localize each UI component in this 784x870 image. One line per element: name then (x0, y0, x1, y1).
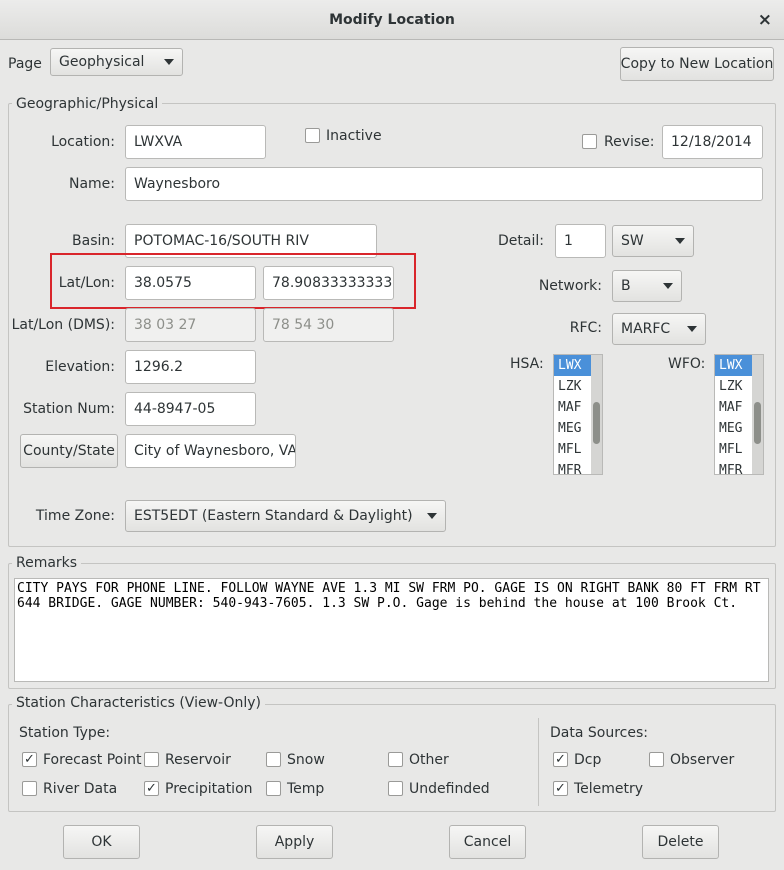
detail-direction-select[interactable]: SW (612, 225, 694, 257)
cancel-button[interactable]: Cancel (449, 825, 526, 859)
station-characteristics-legend: Station Characteristics (View-Only) (12, 694, 265, 712)
page-select-value: Geophysical (59, 54, 145, 70)
other-checkbox (388, 752, 403, 767)
page-label: Page (8, 56, 42, 72)
revise-checkbox[interactable] (582, 134, 597, 149)
wfo-scrollbar-thumb[interactable] (754, 402, 761, 444)
rfc-value: MARFC (621, 321, 671, 337)
elevation-label: Elevation: (45, 359, 115, 375)
lat-lon-label: Lat/Lon: (58, 275, 115, 291)
elevation-field[interactable]: 1296.2 (125, 350, 256, 384)
apply-button[interactable]: Apply (256, 825, 333, 859)
ok-button[interactable]: OK (63, 825, 140, 859)
county-state-button[interactable]: County/State (20, 434, 118, 468)
page-select[interactable]: Geophysical (50, 48, 183, 76)
river-data-label: River Data (43, 781, 118, 797)
undefinded-checkbox (388, 781, 403, 796)
copy-to-new-location-button[interactable]: Copy to New Location (620, 47, 774, 81)
county-state-field[interactable]: City of Waynesboro, VA (125, 434, 296, 468)
basin-label: Basin: (72, 233, 115, 249)
station-type-label: Station Type: (19, 725, 111, 741)
geographic-physical-legend: Geographic/Physical (12, 95, 163, 113)
station-num-label: Station Num: (23, 401, 115, 417)
revise-label: Revise: (604, 134, 655, 150)
precipitation-label: Precipitation (165, 781, 253, 797)
reservoir-label: Reservoir (165, 752, 231, 768)
chevron-down-icon (675, 238, 685, 244)
inactive-checkbox[interactable] (305, 128, 320, 143)
hsa-scrollbar-thumb[interactable] (593, 402, 600, 444)
location-field[interactable]: LWXVA (125, 125, 266, 159)
observer-label: Observer (670, 752, 735, 768)
wfo-label: WFO: (668, 356, 706, 372)
time-zone-label: Time Zone: (35, 508, 115, 524)
name-field[interactable]: Waynesboro (125, 167, 763, 201)
revise-date-field[interactable]: 12/18/2014 (662, 125, 763, 159)
chevron-down-icon (427, 513, 437, 519)
inactive-label: Inactive (326, 128, 382, 144)
data-sources-label: Data Sources: (550, 725, 648, 741)
hsa-label: HSA: (510, 356, 544, 372)
time-zone-select[interactable]: EST5EDT (Eastern Standard & Daylight) (125, 500, 446, 532)
telemetry-checkbox: ✓ (553, 781, 568, 796)
close-icon[interactable]: × (758, 10, 772, 30)
detail-label: Detail: (498, 233, 544, 249)
telemetry-label: Telemetry (574, 781, 644, 797)
network-select[interactable]: B (612, 270, 682, 302)
network-label: Network: (538, 278, 602, 294)
location-label: Location: (51, 134, 115, 150)
rfc-label: RFC: (569, 320, 602, 336)
chevron-down-icon (164, 59, 174, 65)
forecast-point-label: Forecast Point (43, 752, 142, 768)
latitude-field[interactable]: 38.0575 (125, 266, 256, 300)
longitude-dms-field: 78 54 30 (263, 308, 394, 342)
dcp-checkbox: ✓ (553, 752, 568, 767)
chevron-down-icon (663, 283, 673, 289)
forecast-point-checkbox: ✓ (22, 752, 37, 767)
longitude-field[interactable]: 78.908333333333 (263, 266, 394, 300)
undefinded-label: Undefinded (409, 781, 490, 797)
observer-checkbox (649, 752, 664, 767)
remarks-textarea[interactable]: CITY PAYS FOR PHONE LINE. FOLLOW WAYNE A… (14, 578, 769, 682)
station-num-field[interactable]: 44-8947-05 (125, 392, 256, 426)
reservoir-checkbox (144, 752, 159, 767)
rfc-select[interactable]: MARFC (612, 313, 706, 345)
lat-lon-dms-label: Lat/Lon (DMS): (11, 317, 115, 333)
latitude-dms-field: 38 03 27 (125, 308, 256, 342)
detail-direction-value: SW (621, 233, 644, 249)
dcp-label: Dcp (574, 752, 602, 768)
delete-button[interactable]: Delete (642, 825, 719, 859)
network-value: B (621, 278, 631, 294)
temp-checkbox (266, 781, 281, 796)
station-divider (538, 718, 539, 806)
time-zone-value: EST5EDT (Eastern Standard & Daylight) (134, 508, 413, 524)
name-label: Name: (68, 176, 115, 192)
other-label: Other (409, 752, 449, 768)
temp-label: Temp (287, 781, 325, 797)
detail-field[interactable]: 1 (555, 224, 606, 258)
snow-label: Snow (287, 752, 325, 768)
chevron-down-icon (687, 326, 697, 332)
precipitation-checkbox: ✓ (144, 781, 159, 796)
snow-checkbox (266, 752, 281, 767)
river-data-checkbox (22, 781, 37, 796)
remarks-legend: Remarks (12, 554, 82, 572)
window-title: Modify Location (329, 12, 455, 28)
